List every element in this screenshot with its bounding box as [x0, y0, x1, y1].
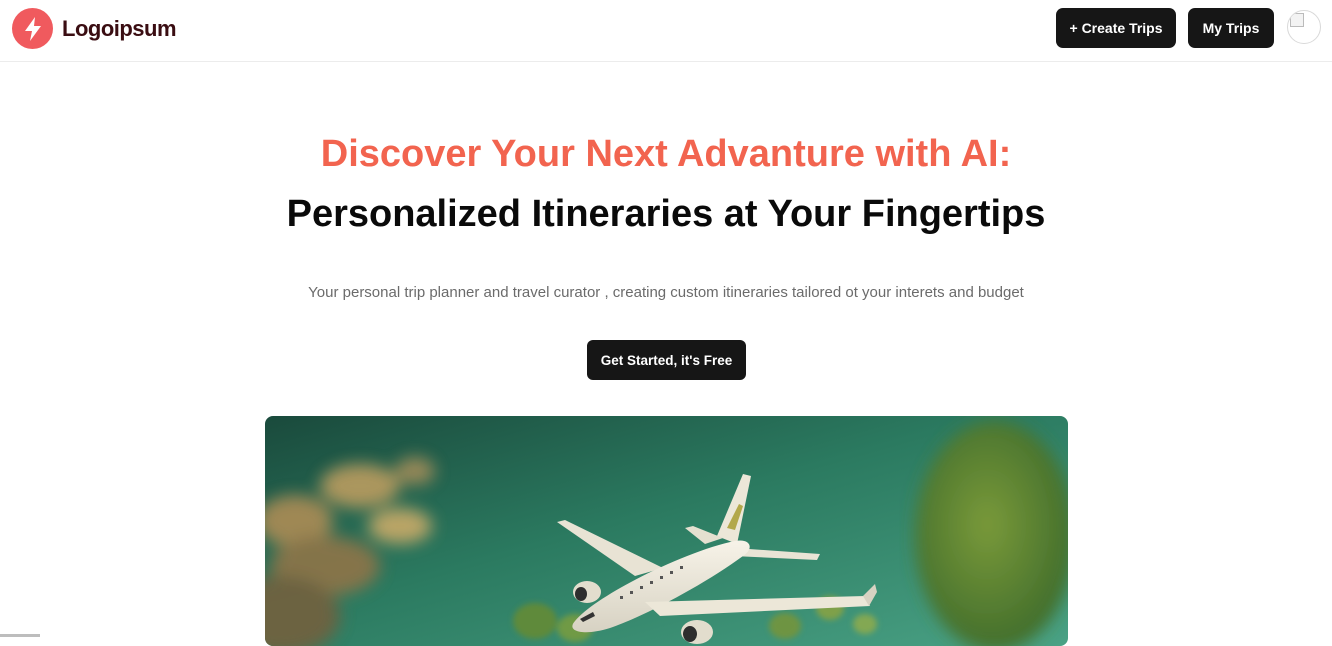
logo-text: Logoipsum	[62, 15, 177, 41]
hero-subtitle: Your personal trip planner and travel cu…	[308, 284, 1024, 301]
create-trips-button[interactable]: + Create Trips	[1056, 8, 1176, 48]
hero-title-highlight: Discover Your Next Advanture with AI:	[320, 133, 1012, 175]
broken-image-icon	[1290, 13, 1304, 27]
lightning-bolt-icon	[12, 8, 53, 49]
my-trips-button[interactable]: My Trips	[1188, 8, 1274, 48]
get-started-button[interactable]: Get Started, it's Free	[587, 340, 746, 380]
site-header: Logoipsum + Create Trips My Trips	[0, 0, 1332, 62]
hero-title-main: Personalized Itineraries at Your Fingert…	[286, 193, 1046, 235]
logo-link[interactable]: Logoipsum	[12, 8, 177, 49]
avatar[interactable]	[1287, 10, 1321, 44]
airplane-hero-image	[265, 416, 1068, 646]
